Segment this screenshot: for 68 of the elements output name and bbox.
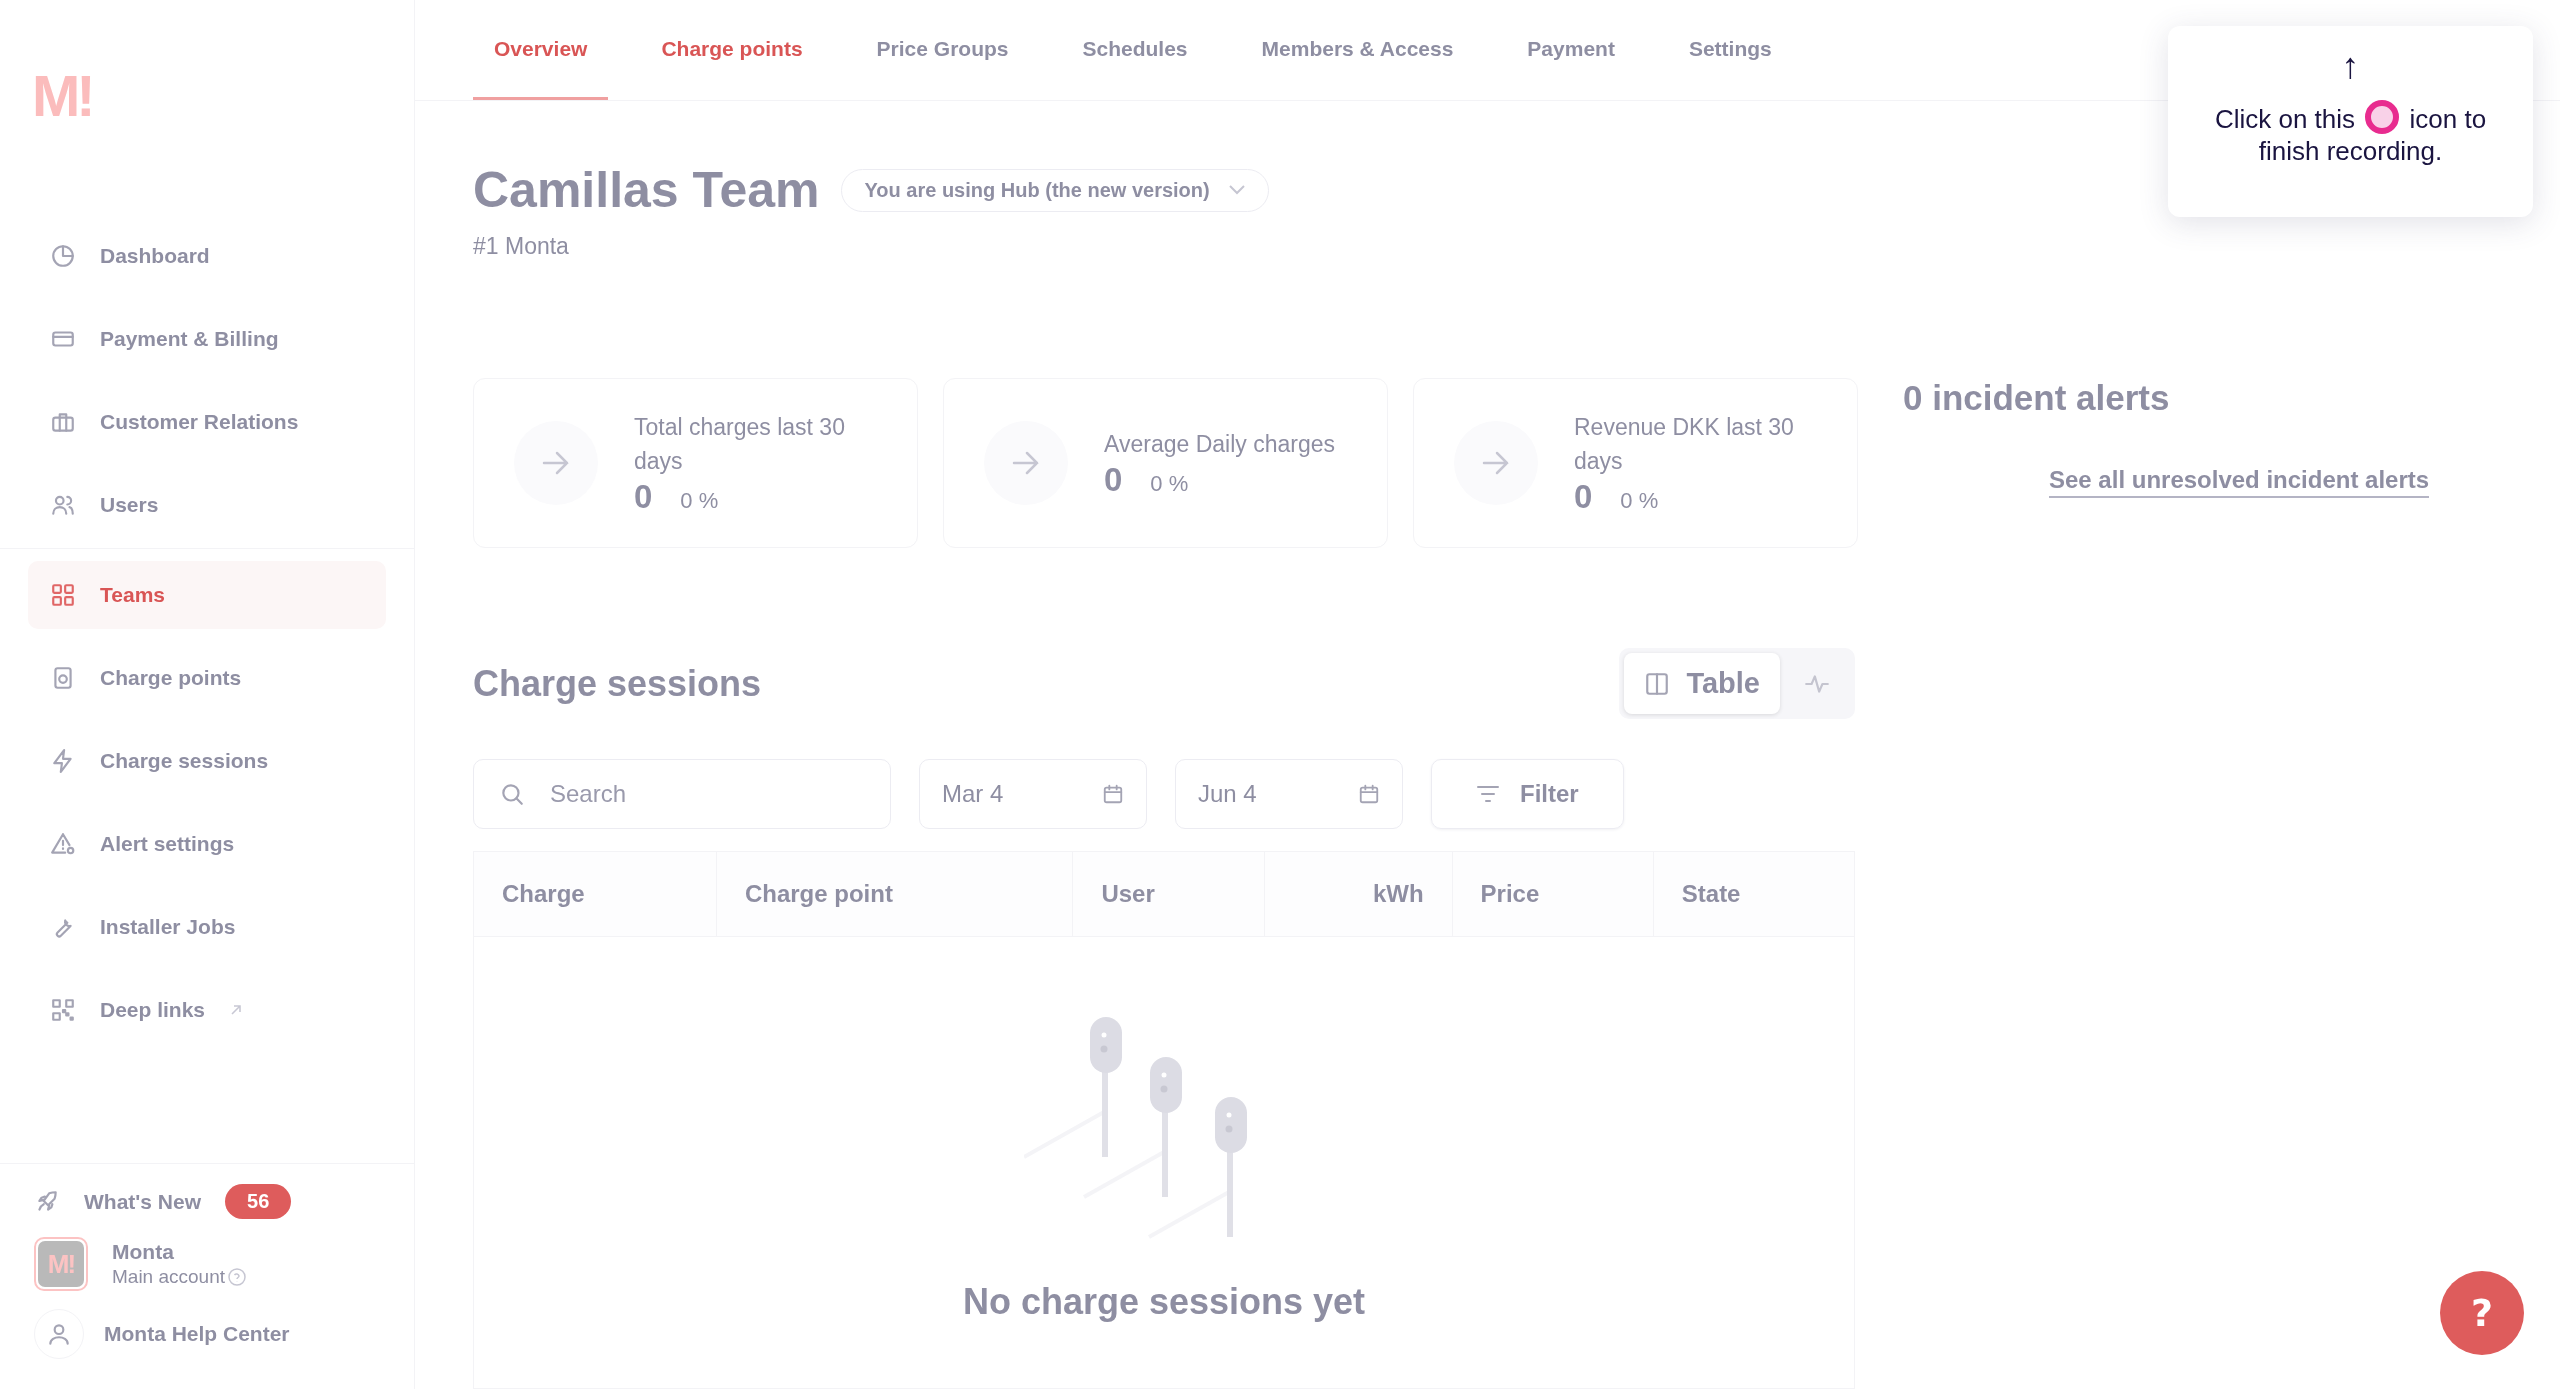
arrow-right-icon <box>1481 450 1511 476</box>
stat-change: 0 % <box>680 488 719 514</box>
stat-label: Revenue DKK last 30 days <box>1574 413 1795 476</box>
help-icon <box>227 1267 247 1287</box>
arrow-up: ↑ <box>2341 46 2360 86</box>
nav-item[interactable]: Payment & Billing <box>28 305 386 373</box>
empty-message: No charge sessions yet <box>962 1281 1366 1323</box>
count-badge: 56 <box>225 1184 292 1219</box>
arrow-right-icon <box>541 450 571 476</box>
column-header[interactable]: Price <box>1452 851 1654 937</box>
stat-change: 0 % <box>1620 488 1659 514</box>
team-title: Camillas Team <box>473 161 820 219</box>
record-icon <box>2365 100 2400 134</box>
warning-gear-icon <box>50 831 76 857</box>
tab[interactable]: Payment <box>1506 0 1636 100</box>
nav-item[interactable]: Charge sessions <box>28 727 386 795</box>
search-field[interactable]: Search <box>473 759 891 829</box>
tab[interactable]: Price Groups <box>855 0 1030 100</box>
column-header[interactable]: Charge <box>473 851 717 937</box>
table-view-toggle[interactable]: Table <box>1624 653 1780 714</box>
stat-value: 0 <box>1574 478 1593 516</box>
columns-icon <box>1644 670 1671 697</box>
date-field[interactable]: Mar 4 <box>919 759 1147 829</box>
tab[interactable]: Members & Access <box>1240 0 1475 100</box>
nav-item[interactable]: Installer Jobs <box>28 893 386 961</box>
account-subtitle: Main account <box>112 1266 225 1288</box>
tab[interactable]: Overview <box>473 0 609 100</box>
calendar-icon <box>1358 783 1380 805</box>
help-center-item[interactable]: Monta Help Center <box>34 1309 386 1359</box>
date-field[interactable]: Jun 4 <box>1175 759 1403 829</box>
column-header[interactable]: Charge point <box>716 851 1073 937</box>
nav-item[interactable]: Alert settings <box>28 810 386 878</box>
tooltip-text: Click on this icon to finish recording. <box>2200 100 2501 167</box>
help-button[interactable]: ? <box>2440 1271 2524 1355</box>
column-header[interactable]: kWh <box>1264 851 1453 937</box>
nav-item[interactable]: Deep links <box>28 976 386 1044</box>
nav-item[interactable]: Charge points <box>28 644 386 712</box>
incident-link[interactable]: See all unresolved incident alerts <box>2049 466 2430 498</box>
column-header[interactable]: User <box>1072 851 1265 937</box>
account-name: Monta <box>112 1240 175 1264</box>
stat-value: 0 <box>634 478 653 516</box>
column-header[interactable]: State <box>1653 851 1855 937</box>
tab[interactable]: Schedules <box>1061 0 1209 100</box>
person-icon <box>46 1321 72 1347</box>
team-subtitle: #1 Monta <box>473 233 569 260</box>
arrow-right-icon <box>1011 450 1041 476</box>
grid-icon <box>50 582 76 608</box>
qr-icon <box>50 997 76 1023</box>
nav-item[interactable]: Dashboard <box>28 222 386 290</box>
stat-label: Average Daily charges <box>1104 430 1335 459</box>
calendar-icon <box>1102 783 1124 805</box>
logo[interactable]: M! <box>32 62 92 182</box>
incident-title: 0 incident alerts <box>1903 378 2170 418</box>
nav-item[interactable]: Users <box>28 471 386 539</box>
chevron-down-icon <box>1227 184 1246 196</box>
tab[interactable]: Charge points <box>640 0 824 100</box>
nav-item[interactable]: Customer Relations <box>28 388 386 456</box>
tab[interactable]: Settings <box>1667 0 1793 100</box>
whats-new-item[interactable]: What's New 56 <box>34 1184 386 1219</box>
stat-label: Total charges last 30 days <box>634 413 846 476</box>
filter-icon <box>1476 784 1500 804</box>
pie-chart-icon <box>50 243 76 269</box>
filter-button[interactable]: Filter <box>1431 759 1624 829</box>
search-icon <box>499 781 525 807</box>
nav-item[interactable]: Teams <box>28 561 386 629</box>
stat-change: 0 % <box>1150 471 1189 497</box>
section-title: Charge sessions <box>473 662 762 705</box>
stat-value: 0 <box>1104 461 1123 499</box>
